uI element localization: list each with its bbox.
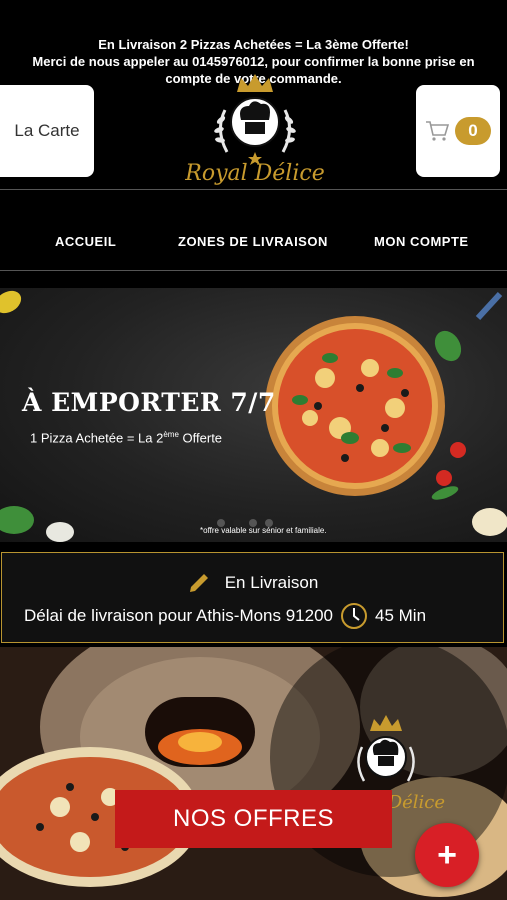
delivery-info-box[interactable]: En Livraison Délai de livraison pour Ath… — [1, 552, 504, 643]
delivery-mode: En Livraison — [224, 573, 319, 592]
brand-logo[interactable]: Royal Délice — [175, 70, 335, 188]
banner-note: *offre valable sur sénior et familiale. — [200, 526, 327, 535]
banner-subtitle: 1 Pizza Achetée = La 2ème Offerte — [30, 430, 223, 446]
add-fab-button[interactable]: + — [415, 823, 479, 887]
promo-carousel[interactable]: À EMPORTER 7/7 1 Pizza Achetée = La 2ème… — [0, 288, 507, 542]
main-nav: ACCUEIL ZONES DE LIVRAISON MON COMPTE — [0, 190, 507, 270]
promo-line-1: En Livraison 2 Pizzas Achetées = La 3ème… — [98, 37, 409, 52]
cart-button[interactable]: 0 — [416, 85, 500, 177]
clock-icon — [341, 603, 368, 629]
plus-icon: + — [437, 835, 457, 874]
nav-item-mon-compte[interactable]: MON COMPTE — [374, 234, 469, 249]
nos-offres-button[interactable]: NOS OFFRES — [115, 790, 392, 848]
la-carte-button[interactable]: La Carte — [0, 85, 94, 177]
divider — [0, 270, 507, 271]
banner-title: À EMPORTER 7/7 — [22, 388, 276, 417]
delivery-delay-label: Délai de livraison pour Athis-Mons 91200 — [24, 606, 334, 625]
crown-icon — [237, 74, 273, 92]
promo-line-2: Merci de nous appeler au 0145976012, pou… — [32, 54, 475, 69]
pencil-icon[interactable] — [187, 571, 211, 595]
delivery-delay-value: 45 Min — [375, 606, 427, 625]
cart-count-badge: 0 — [455, 117, 491, 145]
nav-item-zones-de-livraison[interactable]: ZONES DE LIVRAISON — [178, 234, 328, 249]
brand-wordmark: Royal Délice — [184, 161, 324, 186]
nav-item-accueil[interactable]: ACCUEIL — [55, 234, 116, 249]
cart-icon — [426, 121, 449, 141]
header: En Livraison 2 Pizzas Achetées = La 3ème… — [0, 0, 507, 190]
la-carte-label: La Carte — [14, 121, 80, 140]
